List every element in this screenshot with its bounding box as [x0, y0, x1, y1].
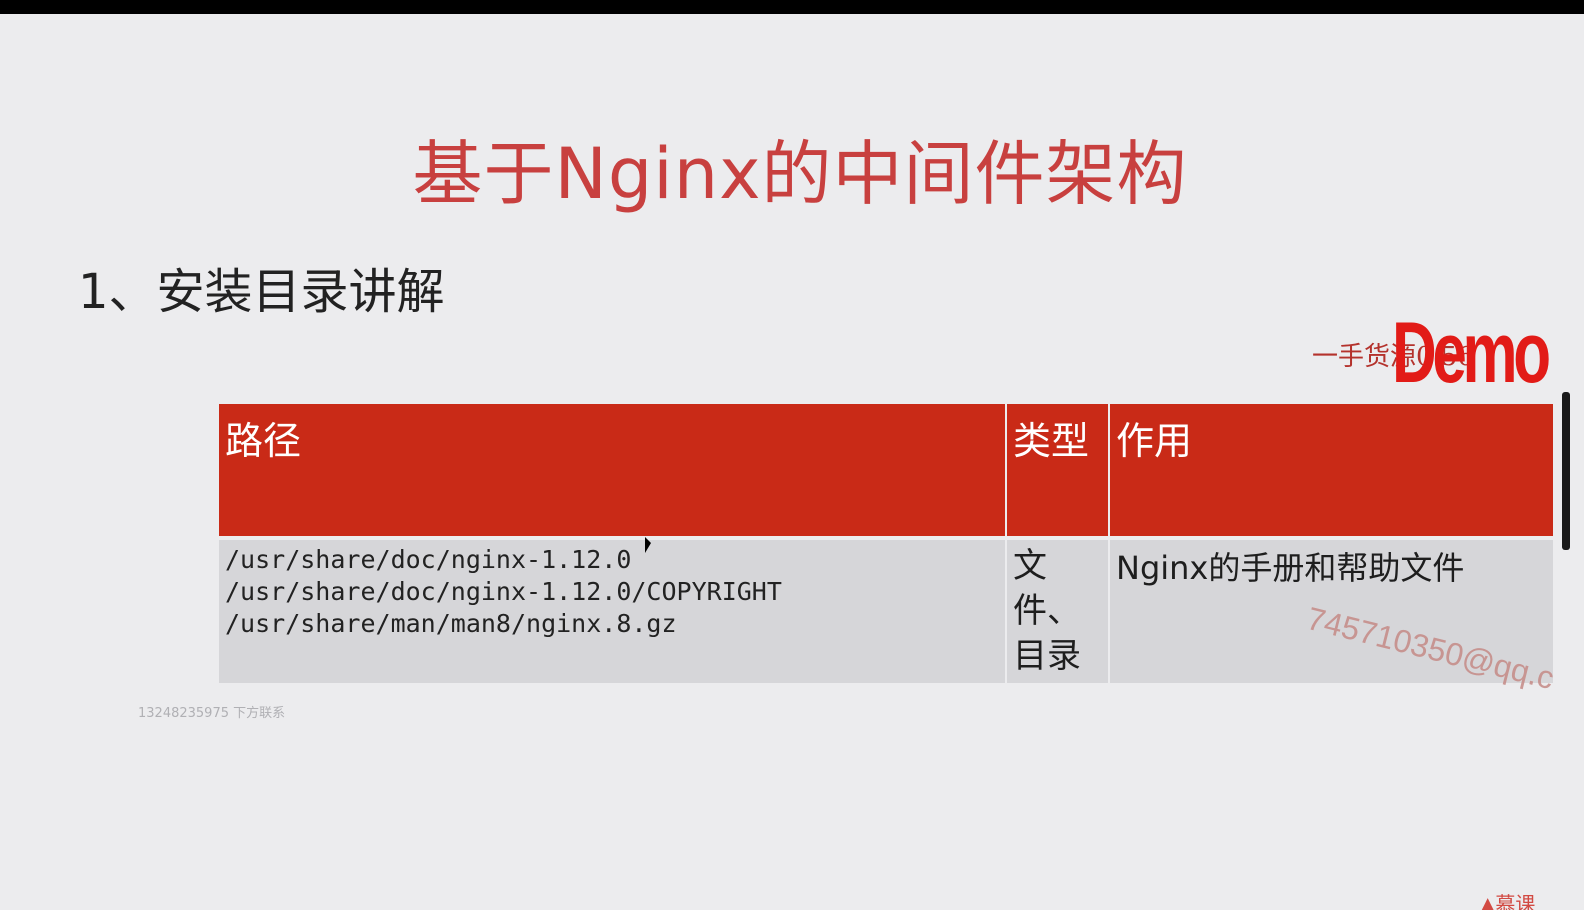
demo-watermark-logo: Demo	[1392, 305, 1551, 401]
header-type: 类型	[1007, 404, 1108, 536]
path-man-page: /usr/share/man/man8/nginx.8.gz	[225, 609, 677, 638]
phone-watermark: 13248235975 下方联系	[138, 706, 286, 721]
purpose-text: Nginx的手册和帮助文件	[1116, 549, 1465, 587]
type-text: 文件、目录	[1013, 546, 1081, 676]
path-copyright: /usr/share/doc/nginx-1.12.0/COPYRIGHT	[225, 577, 782, 606]
table-header-row: 路径 类型 作用	[219, 404, 1553, 536]
header-purpose: 作用	[1110, 404, 1553, 536]
mouse-cursor-icon	[645, 537, 651, 553]
cell-type: 文件、目录	[1007, 536, 1108, 683]
scrollbar[interactable]	[1562, 392, 1570, 550]
slide-title: 基于Nginx的中间件架构	[412, 133, 1188, 215]
corner-brand-mark: ▲慕课	[1480, 892, 1536, 910]
path-doc-dir: /usr/share/doc/nginx-1.12.0	[225, 545, 632, 574]
header-path: 路径	[219, 404, 1005, 536]
section-heading: 1、安装目录讲解	[78, 264, 445, 320]
window-top-bar	[0, 0, 1584, 14]
cell-paths: /usr/share/doc/nginx-1.12.0 /usr/share/d…	[219, 536, 1005, 683]
